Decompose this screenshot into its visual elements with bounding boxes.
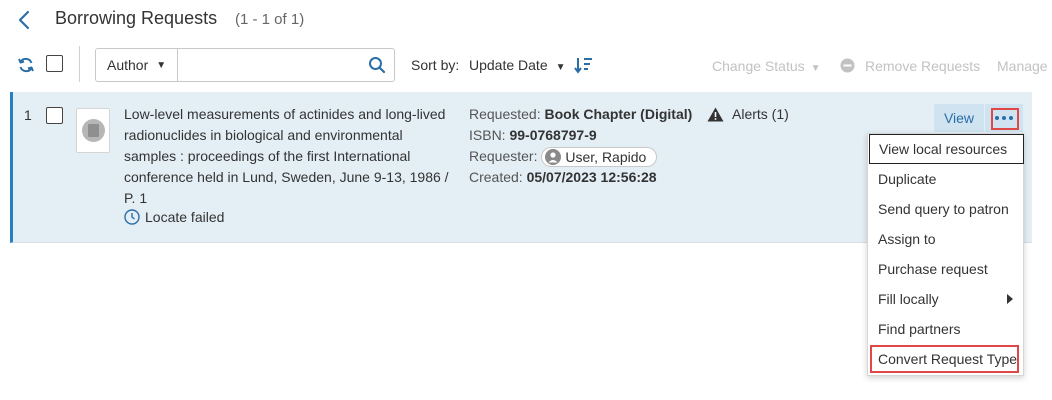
request-title[interactable]: Low-level measurements of actinides and … [124, 104, 454, 209]
menu-item-find-partners[interactable]: Find partners [868, 314, 1025, 344]
row-actions-menu: View local resources Duplicate Send quer… [867, 133, 1024, 376]
toolbar-divider [79, 46, 80, 82]
caret-down-icon: ▼ [810, 63, 821, 74]
requester-line: Requester: User, Rapido [469, 146, 658, 168]
sort-direction-icon[interactable] [574, 56, 594, 74]
menu-item-send-query[interactable]: Send query to patron [868, 194, 1025, 224]
created-line: Created: 05/07/2023 12:56:28 [469, 167, 657, 188]
person-icon [545, 149, 562, 166]
caret-down-icon: ▼ [156, 59, 167, 71]
change-status-button[interactable]: Change Status ▼ [712, 58, 821, 74]
requester-label: Requester: [469, 148, 538, 164]
sort-dropdown[interactable]: Update Date ▼ [469, 57, 566, 73]
alerts-link[interactable]: Alerts (1) [707, 106, 789, 122]
menu-item-fill-locally[interactable]: Fill locally [868, 284, 1025, 314]
requested-line: Requested: Book Chapter (Digital) [469, 104, 692, 125]
back-arrow-icon[interactable] [14, 8, 36, 32]
requester-chip[interactable]: User, Rapido [541, 147, 658, 168]
view-button[interactable]: View [934, 104, 984, 132]
menu-item-duplicate[interactable]: Duplicate [868, 164, 1025, 194]
select-all-checkbox[interactable] [46, 55, 63, 72]
alerts-label: Alerts (1) [732, 106, 789, 122]
caret-down-icon: ▼ [555, 62, 566, 73]
result-count: (1 - 1 of 1) [235, 11, 305, 28]
manage-button[interactable]: Manage [997, 58, 1048, 74]
warning-icon [707, 107, 724, 121]
row-checkbox[interactable] [46, 107, 63, 124]
sort-value: Update Date [469, 57, 548, 73]
change-status-label: Change Status [712, 58, 805, 74]
search-icon[interactable] [368, 56, 386, 74]
menu-item-view-local-resources[interactable]: View local resources [869, 134, 1024, 164]
fill-locally-label: Fill locally [878, 291, 939, 307]
annotation-highlight-more [991, 108, 1019, 130]
requested-value: Book Chapter (Digital) [544, 106, 693, 122]
created-label: Created: [469, 169, 523, 185]
requested-label: Requested: [469, 106, 541, 122]
page-title: Borrowing Requests [55, 8, 218, 28]
menu-item-assign-to[interactable]: Assign to [868, 224, 1025, 254]
remove-icon [840, 58, 855, 73]
clock-icon [124, 209, 140, 225]
submenu-arrow-icon [1007, 294, 1013, 304]
search-input[interactable] [179, 49, 359, 81]
search-field-dropdown[interactable]: Author ▼ [96, 49, 178, 81]
search-field-label: Author [107, 57, 149, 73]
row-number: 1 [24, 107, 32, 123]
locate-status: Locate failed [124, 209, 224, 225]
refresh-icon[interactable] [16, 55, 36, 75]
isbn-line: ISBN: 99-0768797-9 [469, 125, 597, 146]
isbn-label: ISBN: [469, 127, 506, 143]
resource-type-thumbnail [76, 108, 110, 153]
isbn-value: 99-0768797-9 [509, 127, 597, 143]
created-value: 05/07/2023 12:56:28 [526, 169, 657, 185]
search-box: Author ▼ [95, 48, 395, 82]
locate-status-text: Locate failed [145, 209, 225, 225]
remove-requests-button[interactable]: Remove Requests [865, 58, 980, 74]
requester-name: User, Rapido [565, 148, 647, 165]
sort-label: Sort by: [411, 57, 460, 73]
menu-item-purchase-request[interactable]: Purchase request [868, 254, 1025, 284]
annotation-highlight-convert [870, 345, 1019, 373]
